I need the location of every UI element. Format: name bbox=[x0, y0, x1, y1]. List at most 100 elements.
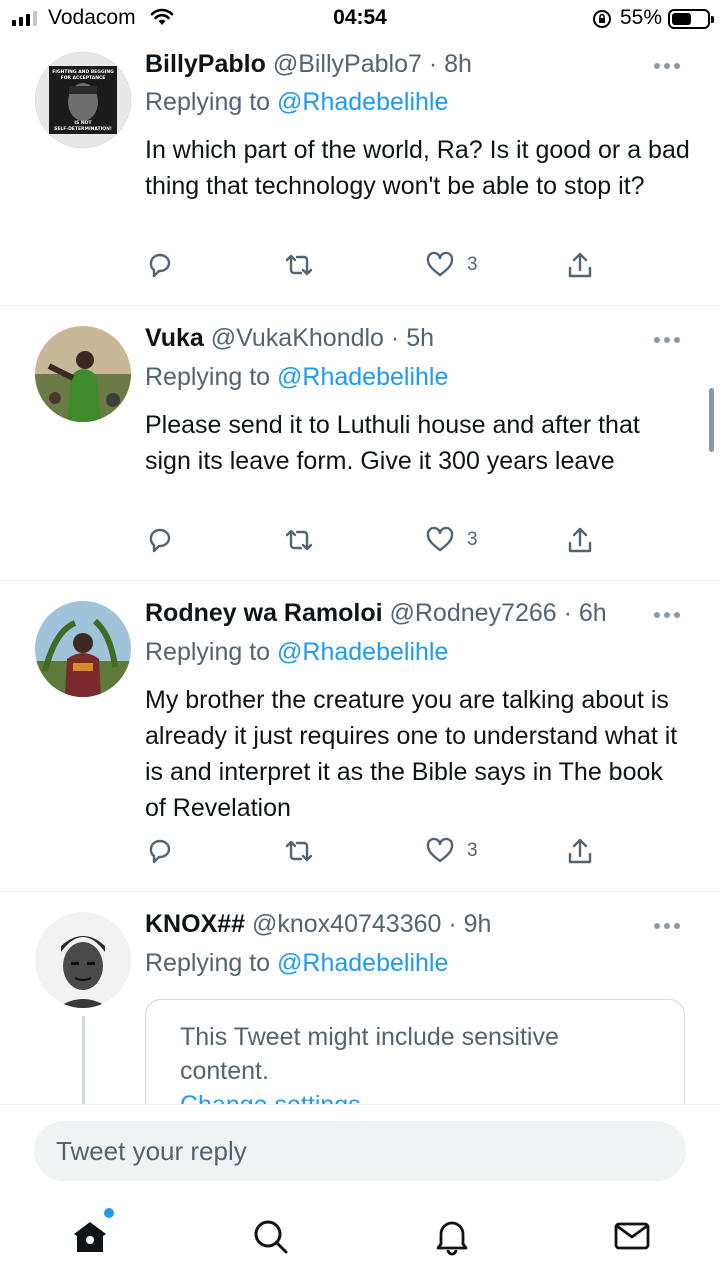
reply-icon bbox=[149, 253, 171, 278]
replying-to: Replying to @Rhadebelihle bbox=[145, 949, 448, 978]
notifications-icon bbox=[436, 1221, 468, 1256]
clock: 04:54 bbox=[333, 6, 387, 29]
replying-to-link[interactable]: @Rhadebelihle bbox=[277, 949, 448, 977]
share-icon bbox=[568, 527, 592, 553]
share-button[interactable] bbox=[565, 250, 595, 280]
reply-icon bbox=[149, 528, 171, 553]
sensitive-content-text: This Tweet might include sensitive conte… bbox=[180, 1023, 559, 1085]
tweet-header: KNOX## @knox40743360 · 9h bbox=[145, 910, 492, 938]
reply-icon bbox=[149, 839, 171, 864]
sensitive-content-notice: This Tweet might include sensitive conte… bbox=[145, 999, 685, 1104]
scrollbar[interactable] bbox=[709, 388, 714, 452]
user-handle[interactable]: @knox40743360 bbox=[252, 910, 441, 938]
reply-composer: Tweet your reply bbox=[0, 1104, 720, 1196]
display-name[interactable]: Rodney wa Ramoloi bbox=[145, 599, 383, 627]
avatar[interactable] bbox=[35, 326, 131, 422]
retweet-icon bbox=[285, 529, 313, 551]
avatar-caption-4: SELF-DETERMINATION! bbox=[54, 126, 112, 132]
replying-to: Replying to @Rhadebelihle bbox=[145, 88, 448, 117]
avatar[interactable] bbox=[35, 912, 131, 1008]
replying-to: Replying to @Rhadebelihle bbox=[145, 638, 448, 667]
tweet-text: My brother the creature you are talking … bbox=[145, 686, 678, 822]
tweet-actions: 3 bbox=[145, 836, 605, 872]
tweet-text: Please send it to Luthuli house and afte… bbox=[145, 411, 640, 475]
battery-level bbox=[672, 13, 691, 25]
replying-to-link[interactable]: @Rhadebelihle bbox=[277, 638, 448, 666]
avatar[interactable]: FIGHTING AND BEGGING FOR ACCEPTANCE IS N… bbox=[35, 52, 131, 148]
heart-icon bbox=[426, 251, 454, 277]
display-name[interactable]: KNOX## bbox=[145, 910, 245, 938]
share-icon bbox=[568, 252, 592, 278]
retweet-icon bbox=[285, 254, 313, 276]
tweet-actions: 3 bbox=[145, 250, 605, 286]
like-count: 3 bbox=[467, 840, 478, 861]
share-button[interactable] bbox=[565, 525, 595, 555]
retweet-icon bbox=[285, 840, 313, 862]
battery-icon bbox=[668, 9, 714, 29]
nav-search[interactable] bbox=[248, 1214, 292, 1258]
tweet-time: 5h bbox=[406, 324, 434, 352]
retweet-button[interactable] bbox=[283, 525, 315, 555]
tweet-time: 9h bbox=[463, 910, 492, 938]
replying-to-link[interactable]: @Rhadebelihle bbox=[277, 363, 448, 391]
more-options-icon[interactable] bbox=[654, 605, 682, 625]
heart-icon bbox=[426, 526, 454, 552]
tweet-text: In which part of the world, Ra? Is it go… bbox=[145, 136, 690, 200]
reply-input[interactable]: Tweet your reply bbox=[34, 1121, 686, 1181]
user-handle[interactable]: @Rodney7266 bbox=[390, 599, 557, 627]
more-options-icon[interactable] bbox=[654, 56, 682, 76]
more-options-icon[interactable] bbox=[654, 330, 682, 350]
replies-feed[interactable]: FIGHTING AND BEGGING FOR ACCEPTANCE IS N… bbox=[0, 36, 720, 1104]
more-options-icon[interactable] bbox=[654, 916, 682, 936]
reply-button[interactable] bbox=[145, 250, 175, 280]
user-handle[interactable]: @VukaKhondlo bbox=[211, 324, 384, 352]
tweet[interactable]: FIGHTING AND BEGGING FOR ACCEPTANCE IS N… bbox=[0, 36, 720, 306]
avatar-caption-2: FOR ACCEPTANCE bbox=[61, 75, 106, 81]
tweet[interactable]: Rodney wa Ramoloi @Rodney7266 · 6h Reply… bbox=[0, 581, 720, 892]
replying-label: Replying to bbox=[145, 638, 271, 666]
tweet[interactable]: KNOX## @knox40743360 · 9h Replying to @R… bbox=[0, 892, 720, 1104]
change-settings-link[interactable]: Change settings bbox=[180, 1088, 650, 1104]
replying-label: Replying to bbox=[145, 363, 271, 391]
nav-home[interactable] bbox=[68, 1208, 114, 1258]
replying-to-link[interactable]: @Rhadebelihle bbox=[277, 88, 448, 116]
heart-icon bbox=[426, 837, 454, 863]
like-button[interactable]: 3 bbox=[425, 525, 478, 555]
tweet-time: 8h bbox=[444, 50, 472, 78]
home-icon bbox=[74, 1222, 106, 1252]
retweet-button[interactable] bbox=[283, 250, 315, 280]
reply-button[interactable] bbox=[145, 525, 175, 555]
nav-notifications[interactable] bbox=[430, 1214, 474, 1258]
replying-label: Replying to bbox=[145, 88, 271, 116]
new-content-dot bbox=[104, 1208, 114, 1218]
tweet[interactable]: Vuka @VukaKhondlo · 5h Replying to @Rhad… bbox=[0, 306, 720, 581]
messages-icon bbox=[614, 1222, 650, 1250]
reply-button[interactable] bbox=[145, 836, 175, 866]
thread-connector bbox=[82, 1016, 85, 1104]
avatar-caption-1: FIGHTING AND BEGGING bbox=[52, 69, 114, 75]
bottom-navigation bbox=[0, 1196, 720, 1280]
share-icon bbox=[568, 838, 592, 864]
search-icon bbox=[254, 1220, 288, 1254]
like-button[interactable]: 3 bbox=[425, 250, 478, 280]
retweet-button[interactable] bbox=[283, 836, 315, 866]
tweet-header: Rodney wa Ramoloi @Rodney7266 · 6h bbox=[145, 599, 607, 627]
share-button[interactable] bbox=[565, 836, 595, 866]
status-bar: Vodacom 04:54 55% bbox=[0, 0, 720, 36]
tweet-header: Vuka @VukaKhondlo · 5h bbox=[145, 324, 434, 352]
like-button[interactable]: 3 bbox=[425, 836, 478, 866]
tweet-header: BillyPablo @BillyPablo7 · 8h bbox=[145, 50, 472, 78]
orientation-lock-icon bbox=[592, 9, 612, 34]
tweet-actions: 3 bbox=[145, 525, 605, 561]
like-count: 3 bbox=[467, 529, 478, 550]
nav-messages[interactable] bbox=[610, 1214, 654, 1258]
user-handle[interactable]: @BillyPablo7 bbox=[273, 50, 422, 78]
replying-label: Replying to bbox=[145, 949, 271, 977]
avatar-caption-3: IS NOT bbox=[74, 120, 92, 126]
tweet-time: 6h bbox=[578, 599, 607, 627]
display-name[interactable]: BillyPablo bbox=[145, 50, 266, 78]
like-count: 3 bbox=[467, 254, 478, 275]
display-name[interactable]: Vuka bbox=[145, 324, 204, 352]
avatar[interactable] bbox=[35, 601, 131, 697]
replying-to: Replying to @Rhadebelihle bbox=[145, 363, 448, 392]
